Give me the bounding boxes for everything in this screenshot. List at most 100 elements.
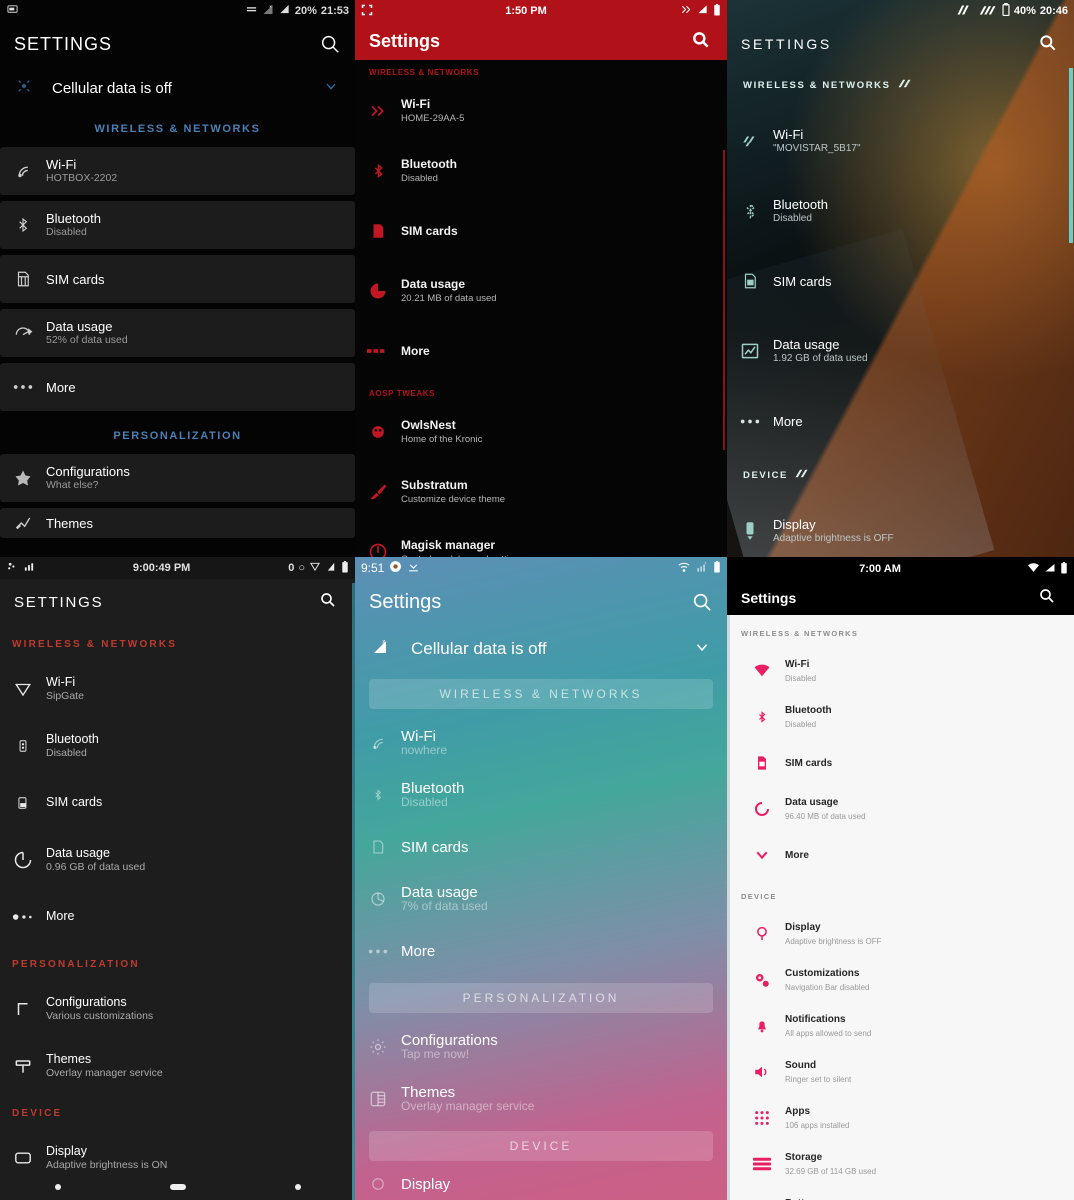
list-item[interactable]: SIM cards (355, 821, 727, 873)
list-item[interactable]: Wi-Fi HOME-29AA-5 (355, 81, 727, 141)
list-item[interactable]: Apps 106 apps installed (727, 1095, 1074, 1141)
chevron-down-icon[interactable] (323, 78, 339, 99)
page-title: SETTINGS (14, 33, 113, 54)
list-item[interactable]: Customizations Navigation Bar disabled (727, 957, 1074, 1003)
list-item[interactable]: Bluetooth Disabled (355, 141, 727, 201)
list-item[interactable]: Wi-Fi "MOVISTAR_5B17" (727, 106, 1074, 176)
scrollbar[interactable] (723, 150, 725, 450)
cellular-data-row[interactable]: x Cellular data is off (355, 625, 727, 673)
list-item[interactable]: Bluetooth Disabled (727, 694, 1074, 740)
nav-recents-button[interactable] (294, 1184, 301, 1190)
list-item[interactable]: More (355, 925, 727, 977)
list-wireless: Wi-Fi Disabled Bluetooth Disabled SIM ca… (727, 648, 1074, 878)
list-item[interactable]: Data usage 1.92 GB of data used (727, 316, 1074, 386)
list-item[interactable]: Data usage 0.96 GB of data used (0, 831, 355, 888)
sim-card-icon (727, 271, 773, 291)
battery-icon (713, 560, 721, 576)
search-icon[interactable] (691, 30, 713, 52)
list-item[interactable]: SIM cards (355, 201, 727, 261)
item-title: Bluetooth (46, 731, 99, 746)
list-item[interactable]: More (355, 321, 727, 381)
list-item[interactable]: Bluetooth Disabled (0, 201, 355, 249)
list-device: Display Adaptive brightness is OFF Notif… (727, 496, 1074, 557)
list-item[interactable]: Data usage 20.21 MB of data used (355, 261, 727, 321)
list-item[interactable]: Themes (0, 508, 355, 538)
bluetooth-icon (739, 709, 785, 725)
bluetooth-icon (355, 161, 401, 181)
list-item[interactable]: More (727, 832, 1074, 878)
list-item[interactable]: More (727, 386, 1074, 456)
list-item[interactable]: SIM cards (727, 740, 1074, 786)
list-item[interactable]: Substratum Customize device theme (355, 462, 727, 522)
list-item[interactable]: Wi-Fi HOTBOX-2202 (0, 147, 355, 195)
data-usage-icon (739, 801, 785, 817)
cellular-data-label: Cellular data is off (52, 79, 172, 97)
chevron-down-icon[interactable] (693, 638, 711, 661)
list-item[interactable]: Bluetooth Disabled (727, 176, 1074, 246)
list-item[interactable]: SIM cards (0, 774, 355, 831)
list-item[interactable]: Display Adaptive brightness is OFF (727, 911, 1074, 957)
item-subtitle: Disabled (46, 746, 87, 759)
panel-dark-chrome-settings: x 20% 21:53 SETTINGS Cellular data is of… (0, 0, 355, 557)
item-subtitle: nowhere (401, 743, 448, 757)
cellular-icon (16, 78, 32, 99)
search-icon[interactable] (319, 33, 341, 55)
list-item[interactable]: Data usage 52% of data used (0, 309, 355, 357)
item-title: Themes (46, 515, 93, 531)
item-title: Data usage (401, 277, 466, 291)
search-icon[interactable] (319, 591, 341, 613)
list-item[interactable]: Configurations Tap me now! (355, 1021, 727, 1073)
nav-back-button[interactable] (54, 1184, 61, 1190)
list-item[interactable]: Wi-Fi SipGate (0, 660, 355, 717)
battery-percent: 40% (1013, 5, 1036, 17)
item-subtitle: Adaptive brightness is ON (46, 1158, 168, 1171)
display-icon (355, 1175, 401, 1193)
nav-home-button[interactable] (169, 1184, 186, 1190)
page-title: Settings (741, 590, 797, 606)
item-subtitle: Adaptive brightness is OFF (785, 937, 882, 946)
themes-icon (0, 513, 46, 533)
search-icon[interactable] (1038, 33, 1060, 55)
bluetooth-icon (0, 736, 46, 756)
list-item[interactable]: Configurations What else? (0, 454, 355, 502)
cellular-data-row[interactable]: Cellular data is off (0, 66, 355, 110)
nav-icon (325, 561, 337, 575)
list-item[interactable]: Magisk manager Control modules and setti… (355, 522, 727, 557)
list-item[interactable]: SIM cards (0, 255, 355, 303)
search-icon[interactable] (691, 591, 713, 613)
more-icon (0, 383, 46, 391)
list-item[interactable]: Wi-Fi Disabled (727, 648, 1074, 694)
item-title: Display (773, 517, 816, 532)
list-item[interactable]: Display Adaptive brightness is OFF (727, 496, 1074, 557)
themes-icon (0, 1056, 46, 1076)
list-item[interactable]: Bluetooth Disabled (355, 769, 727, 821)
list-item[interactable]: Storage 32.69 GB of 114 GB used (727, 1141, 1074, 1187)
list-item[interactable]: Data usage 7% of data used (355, 873, 727, 925)
list-item[interactable]: More (0, 363, 355, 411)
item-title: Battery (785, 1196, 872, 1200)
wifi-icon (739, 664, 785, 678)
list-item[interactable]: SIM cards (727, 246, 1074, 316)
list-item[interactable]: Configurations Various customizations (0, 980, 355, 1037)
section-header-wireless: WIRELESS & NETWORKS (369, 68, 480, 77)
app-bar: SETTINGS (0, 579, 355, 625)
list-item[interactable]: Wi-Fi nowhere (355, 717, 727, 769)
list-item[interactable]: Display (355, 1169, 727, 1199)
list-item[interactable]: More (0, 888, 355, 945)
list-item[interactable]: Themes Overlay manager service (355, 1073, 727, 1125)
signal-striped-x-icon (978, 4, 998, 19)
list-item[interactable]: Data usage 96.40 MB of data used (727, 786, 1074, 832)
search-icon[interactable] (1038, 587, 1060, 609)
scrollbar[interactable] (1069, 68, 1073, 243)
themes-icon (355, 1089, 401, 1109)
cast-icon (6, 4, 19, 18)
list-item[interactable]: Bluetooth Disabled (0, 717, 355, 774)
chevrons-right-icon (679, 4, 693, 18)
list-item[interactable]: Battery 53% - approx. 15 hrs left (727, 1187, 1074, 1200)
clock: 21:53 (320, 5, 349, 17)
item-title: Wi-Fi (401, 728, 436, 745)
list-item[interactable]: OwlsNest Home of the Kronic (355, 402, 727, 462)
list-item[interactable]: Themes Overlay manager service (0, 1037, 355, 1094)
list-item[interactable]: Sound Ringer set to silent (727, 1049, 1074, 1095)
list-item[interactable]: Notifications All apps allowed to send (727, 1003, 1074, 1049)
